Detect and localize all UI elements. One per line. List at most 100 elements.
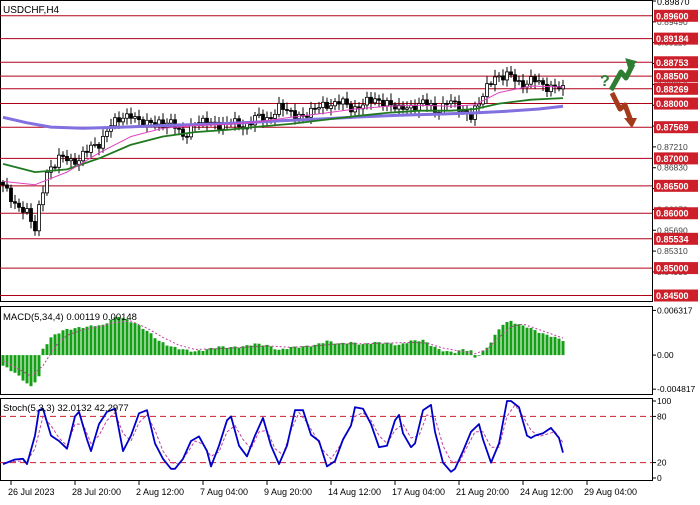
time-tick-label: 26 Jul 2023 — [8, 487, 55, 497]
candle-body — [93, 143, 97, 146]
candle-body — [113, 117, 117, 127]
macd-histogram-bar — [333, 343, 337, 356]
macd-histogram-bar — [297, 347, 301, 356]
macd-histogram-bar — [145, 330, 149, 356]
candle-body — [273, 114, 277, 119]
candle-body — [13, 201, 17, 204]
time-tick-label: 28 Jul 20:00 — [72, 487, 121, 497]
candle-body — [69, 158, 73, 162]
candle-body — [517, 80, 521, 83]
macd-histogram-bar — [225, 347, 229, 356]
price-level-label: 0.84500 — [656, 291, 689, 301]
macd-histogram-bar — [89, 325, 93, 356]
price-level-label: 0.89184 — [656, 34, 689, 44]
macd-histogram-bar — [185, 349, 189, 356]
candle-body — [289, 109, 293, 112]
candle-body — [385, 100, 389, 107]
candle-body — [325, 101, 329, 109]
macd-histogram-bar — [401, 343, 405, 356]
price-level-label: 0.87569 — [656, 123, 689, 133]
candle-body — [261, 113, 265, 122]
macd-histogram-bar — [341, 342, 345, 356]
macd-histogram-bar — [197, 350, 201, 356]
price-level-label: 0.85000 — [656, 264, 689, 274]
price-level-label: 0.86000 — [656, 209, 689, 219]
candle-body — [29, 208, 33, 222]
macd-histogram-bar — [285, 349, 289, 356]
candle-body — [413, 104, 417, 112]
candle-body — [177, 127, 181, 130]
macd-histogram-bar — [109, 319, 113, 356]
macd-histogram-bar — [437, 349, 441, 356]
macd-histogram-bar — [33, 355, 37, 383]
price-level-label: 0.89600 — [656, 11, 689, 21]
candle-body — [141, 119, 145, 126]
macd-histogram-bar — [337, 343, 341, 356]
candle-body — [529, 76, 533, 85]
macd-histogram-bar — [101, 324, 105, 356]
macd-histogram-bar — [57, 333, 61, 356]
macd-histogram-bar — [325, 340, 329, 356]
time-tick-label: 14 Aug 12:00 — [328, 487, 381, 497]
price-tick-label: 0.85310 — [657, 246, 688, 256]
candle-body — [445, 102, 449, 105]
price-level-label: 0.87000 — [656, 154, 689, 164]
macd-histogram-bar — [253, 343, 257, 356]
candle-body — [425, 99, 429, 106]
macd-histogram-bar — [505, 322, 509, 356]
price-level-label: 0.88000 — [656, 99, 689, 109]
price-level-label: 0.85534 — [656, 234, 689, 244]
candle-body — [521, 80, 525, 88]
macd-histogram-bar — [405, 343, 409, 356]
candle-body — [41, 192, 45, 206]
stochastic-tick-label: 80 — [657, 411, 667, 421]
macd-histogram-bar — [453, 353, 457, 356]
candle-body — [349, 103, 353, 113]
macd-histogram-bar — [529, 328, 533, 356]
candle-body — [309, 107, 313, 118]
macd-histogram-bar — [353, 342, 357, 356]
macd-histogram-bar — [193, 351, 197, 356]
candle-body — [97, 143, 101, 149]
candle-body — [169, 119, 173, 124]
candle-body — [497, 75, 501, 78]
candle-body — [101, 136, 105, 149]
candle-body — [157, 119, 161, 125]
candle-body — [449, 100, 453, 105]
candle-body — [337, 101, 341, 105]
candle-body — [381, 99, 385, 107]
candle-body — [501, 75, 505, 81]
candle-body — [21, 206, 25, 213]
candle-body — [389, 100, 393, 106]
macd-histogram-bar — [389, 343, 393, 356]
price-level-label: 0.88269 — [656, 84, 689, 94]
candle-body — [541, 80, 545, 85]
macd-histogram-bar — [465, 350, 469, 356]
candle-body — [133, 116, 137, 119]
macd-histogram-bar — [549, 336, 553, 356]
candle-body — [545, 83, 549, 92]
macd-histogram-bar — [5, 355, 9, 368]
macd-histogram-bar — [449, 351, 453, 356]
candle-body — [341, 98, 345, 105]
candle-body — [281, 102, 285, 110]
macd-tick-label: 0.006317 — [657, 305, 693, 315]
macd-histogram-bar — [305, 345, 309, 356]
macd-histogram-bar — [429, 346, 433, 356]
candle-body — [145, 119, 149, 126]
stochastic-tick-label: 20 — [657, 458, 667, 468]
macd-histogram-bar — [417, 341, 421, 356]
candle-body — [25, 208, 29, 213]
macd-histogram-bar — [473, 355, 477, 358]
candle-body — [129, 113, 133, 119]
macd-histogram-bar — [37, 355, 41, 377]
candle-body — [429, 103, 433, 106]
candle-body — [201, 117, 205, 124]
time-tick-label: 9 Aug 20:00 — [264, 487, 312, 497]
macd-histogram-bar — [177, 349, 181, 356]
macd-histogram-bar — [369, 343, 373, 356]
macd-histogram-bar — [189, 351, 193, 356]
candle-body — [321, 101, 325, 108]
macd-histogram-bar — [521, 325, 525, 356]
macd-histogram-bar — [157, 340, 161, 356]
